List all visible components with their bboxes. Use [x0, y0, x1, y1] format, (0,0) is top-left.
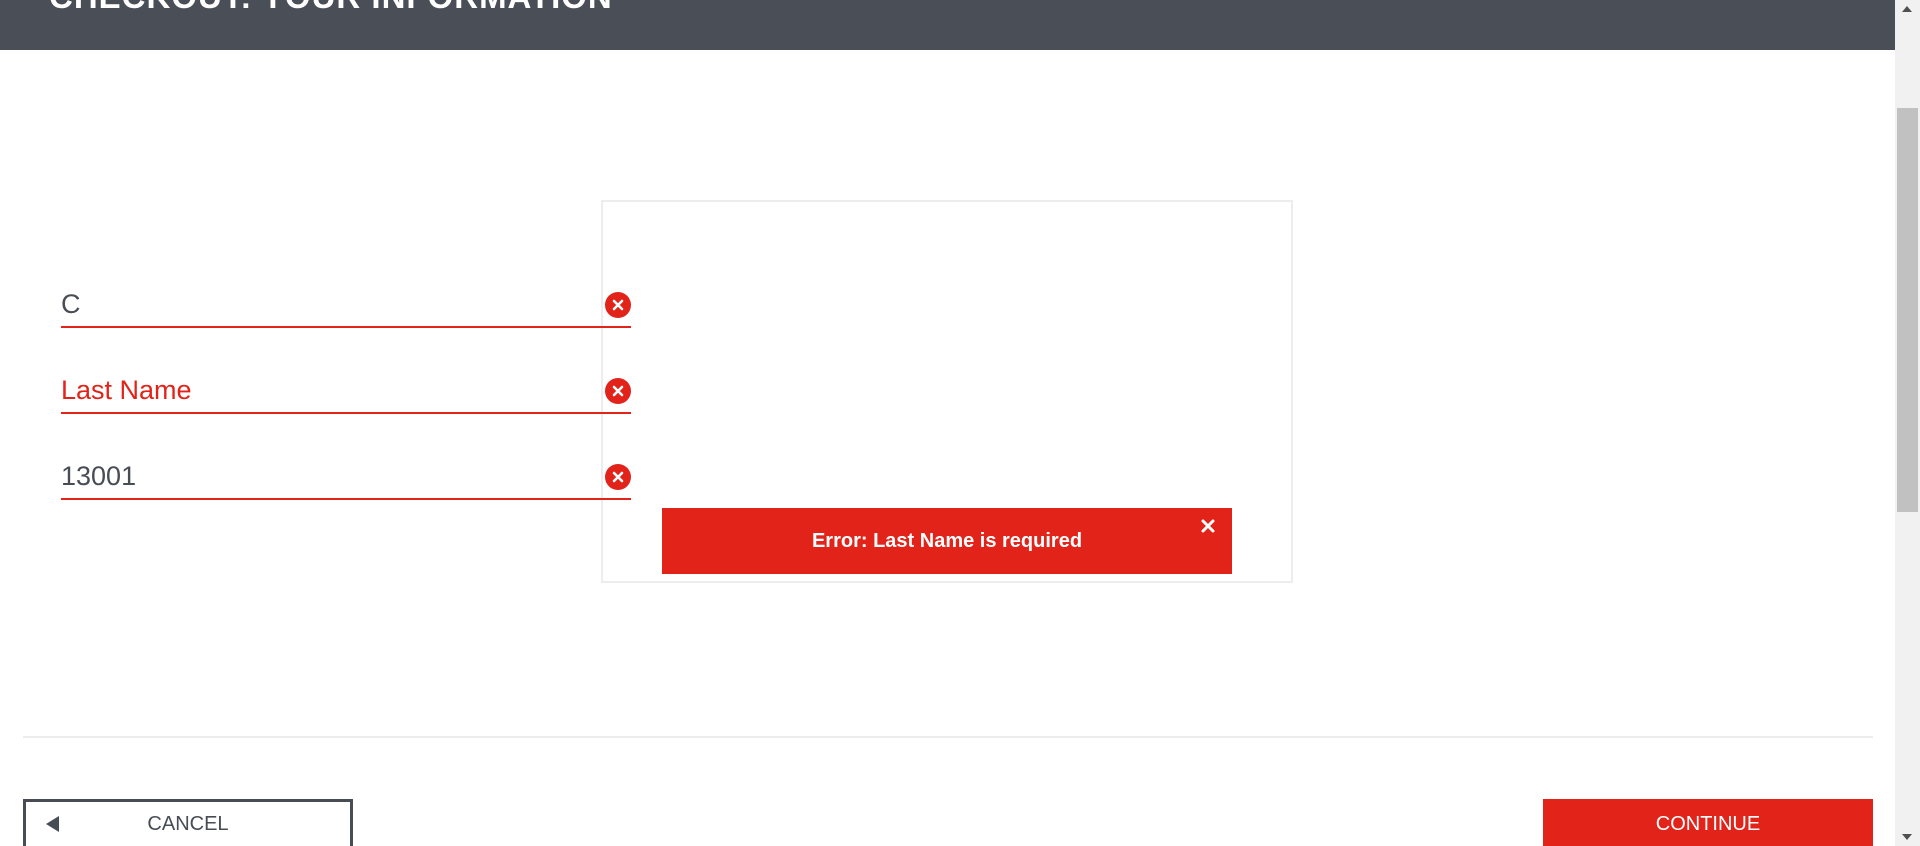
footer-divider — [23, 736, 1873, 738]
cancel-label: CANCEL — [147, 812, 229, 835]
first-name-field — [61, 286, 631, 328]
error-message-text: Error: Last Name is required — [811, 529, 1083, 552]
error-message-box: Error: Last Name is required — [662, 508, 1232, 574]
scroll-down-arrow-icon[interactable] — [1902, 834, 1912, 840]
error-x-circle-icon — [605, 378, 631, 404]
error-x-circle-icon — [605, 292, 631, 318]
vertical-scrollbar[interactable] — [1895, 0, 1920, 846]
continue-button[interactable]: CONTINUE — [1543, 799, 1873, 846]
postal-code-input[interactable] — [61, 458, 581, 494]
left-arrow-icon — [46, 816, 59, 832]
scrollbar-thumb[interactable] — [1897, 108, 1918, 512]
error-x-circle-icon — [605, 464, 631, 490]
scroll-up-arrow-icon[interactable] — [1902, 6, 1912, 12]
last-name-field — [61, 372, 631, 414]
first-name-input[interactable] — [61, 286, 581, 322]
close-icon[interactable] — [1198, 516, 1218, 536]
page-header: CHECKOUT: YOUR INFORMATION — [0, 0, 1895, 50]
cancel-button[interactable]: CANCEL — [23, 799, 353, 846]
last-name-input[interactable] — [61, 372, 581, 408]
postal-code-field — [61, 458, 631, 500]
page-title: CHECKOUT: YOUR INFORMATION — [49, 0, 613, 16]
continue-label: CONTINUE — [1655, 812, 1761, 835]
checkout-page: CHECKOUT: YOUR INFORMATION Error: Last N… — [0, 0, 1895, 846]
